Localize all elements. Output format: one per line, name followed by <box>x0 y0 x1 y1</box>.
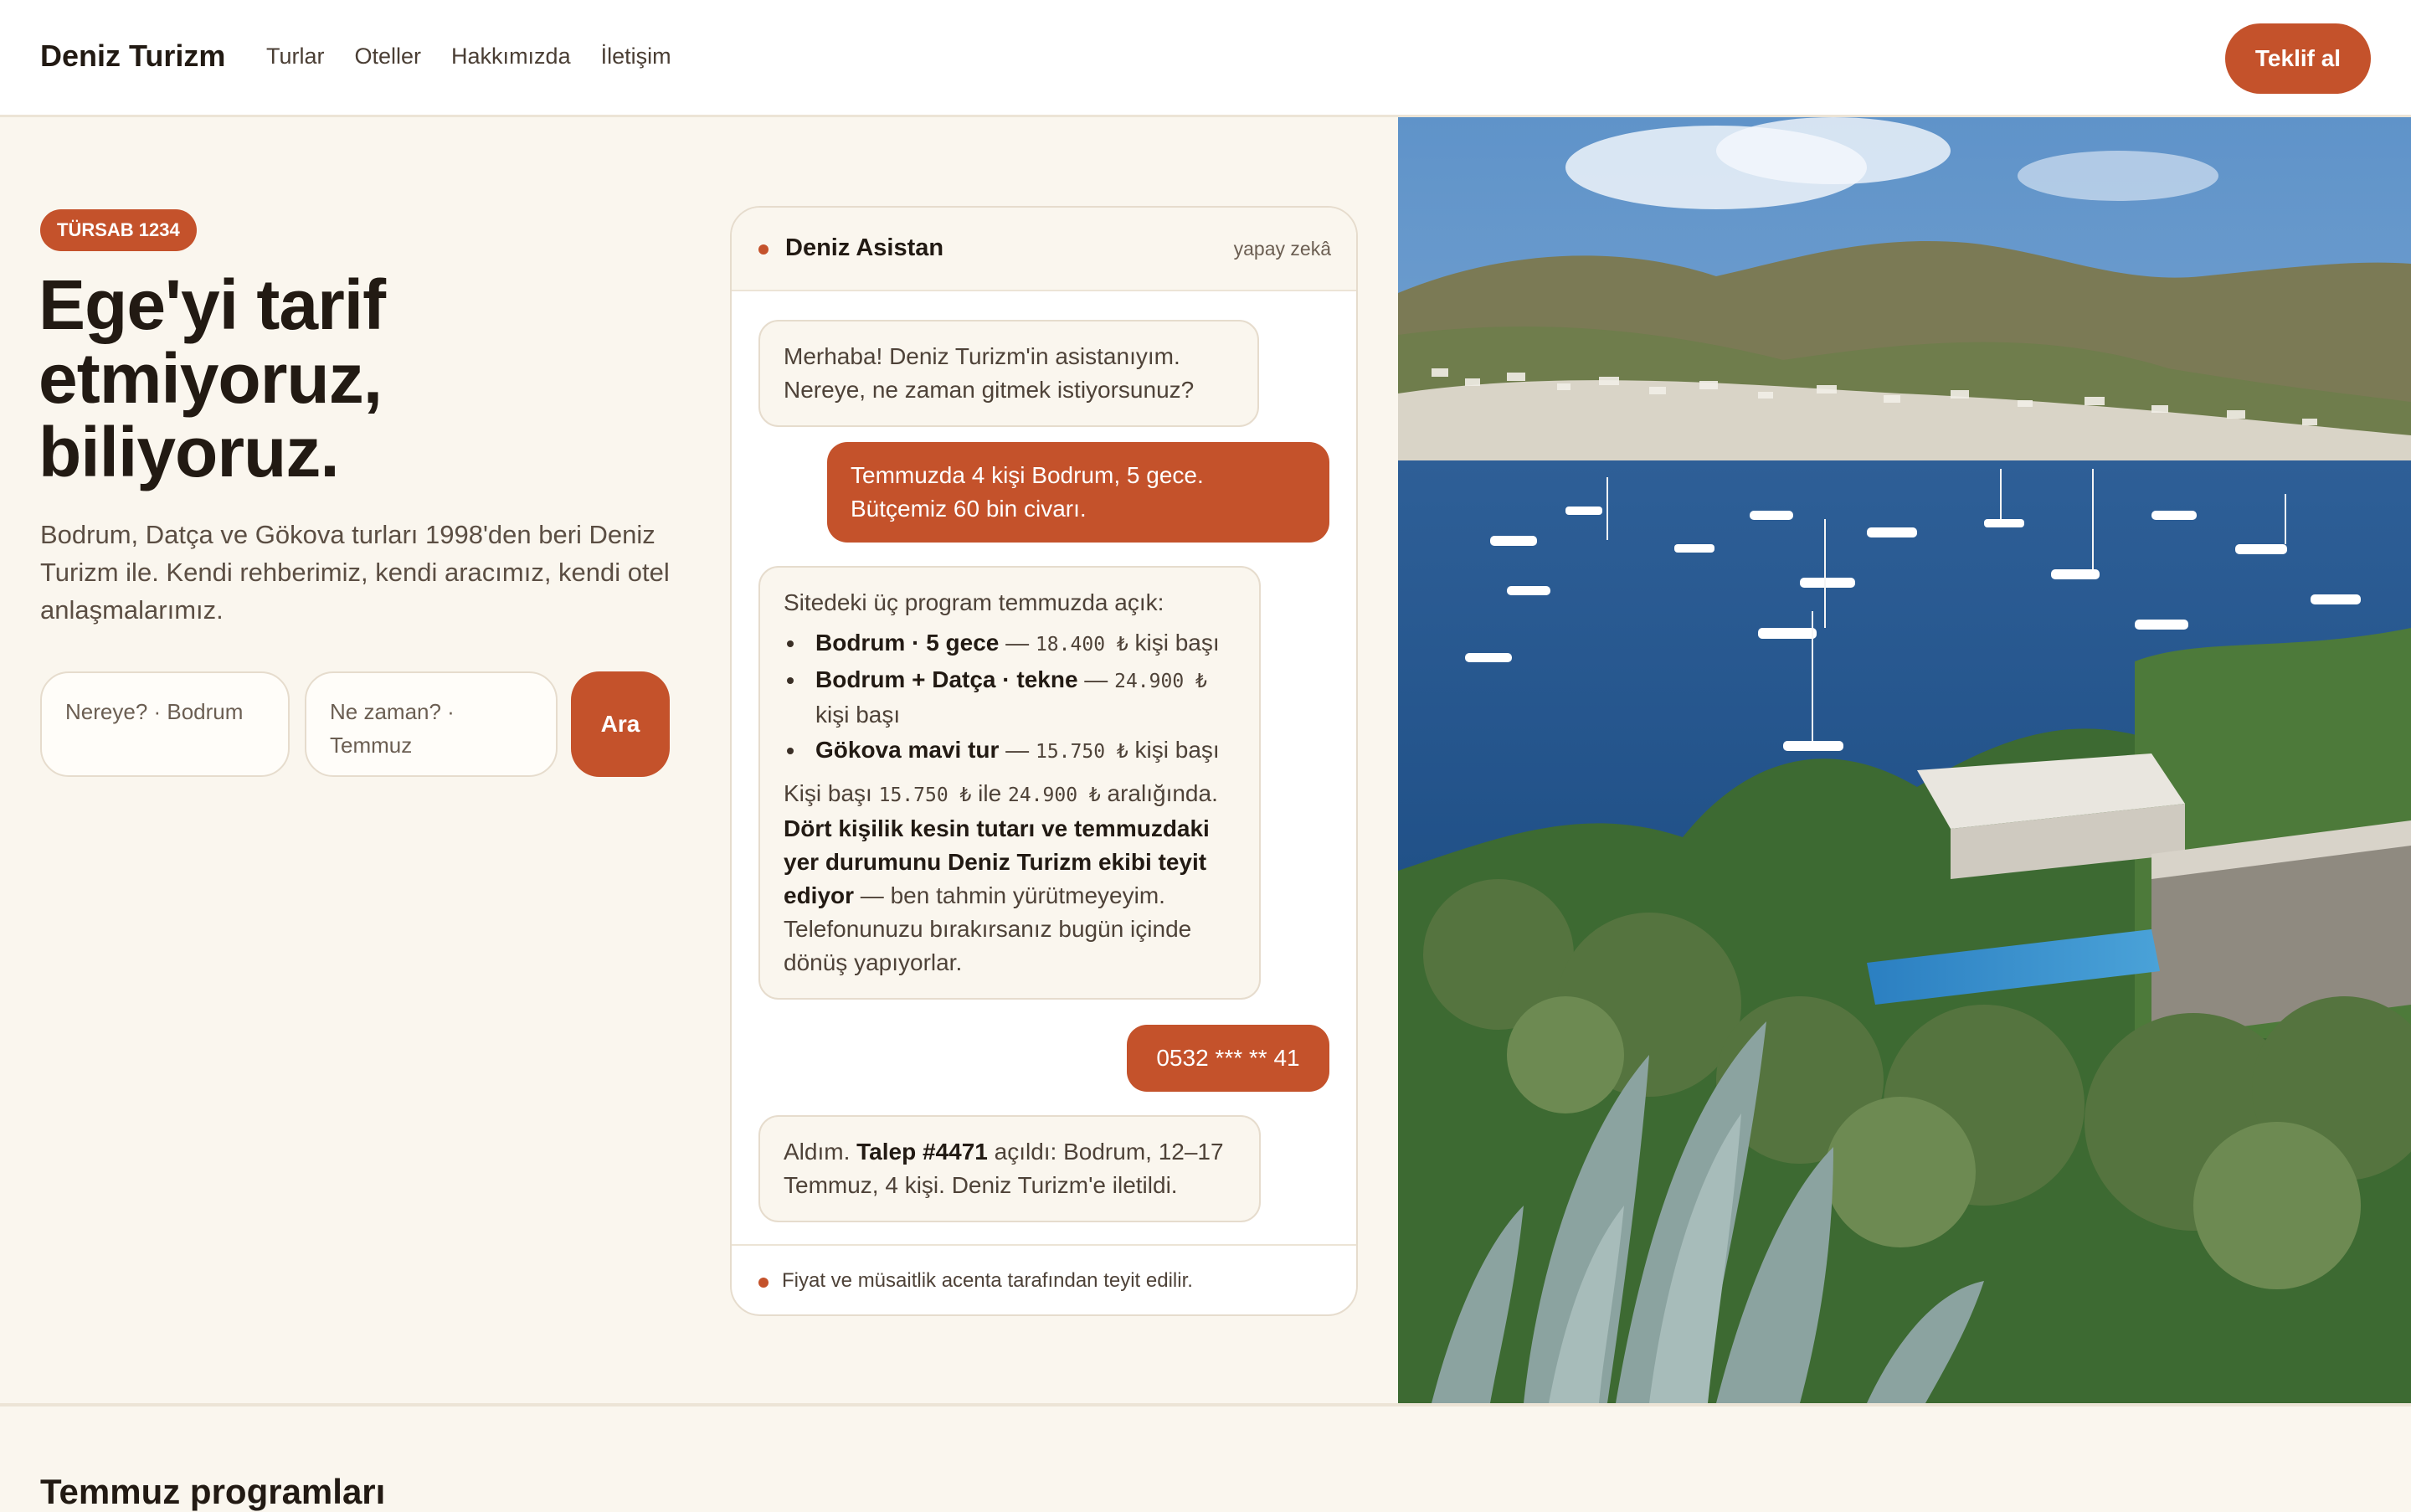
info-dot-icon <box>758 1278 769 1288</box>
bot3-pre: Aldım. <box>784 1139 857 1165</box>
chat-subtitle: yapay zekâ <box>1233 238 1331 260</box>
destination-field[interactable]: Nereye? · Bodrum <box>40 671 290 777</box>
bodrum-bay-image <box>1398 117 2411 1403</box>
range-prefix: Kişi başı <box>784 780 879 806</box>
list-item: Gökova mavi tur — 15.750 ₺ kişi başı <box>784 733 1236 769</box>
site-header: Deniz Turizm Turlar Oteller Hakkımızda İ… <box>0 0 2411 117</box>
headline-line-2: etmiyoruz, <box>39 339 383 418</box>
range-min: 15.750 ₺ <box>878 784 972 806</box>
range-suffix: aralığında. <box>1100 780 1218 806</box>
bot-message: Merhaba! Deniz Turizm'in asistanıyım. Ne… <box>758 320 1259 427</box>
confirm-note: Dört kişilik kesin tutarı ve temmuzdaki … <box>784 812 1236 980</box>
program-name: Bodrum + Datça · tekne <box>815 666 1078 692</box>
main-nav: Turlar Oteller Hakkımızda İletişim <box>266 44 671 69</box>
user-message: Temmuzda 4 kişi Bodrum, 5 gece. Bütçemiz… <box>827 442 1329 543</box>
headline-line-3: biliyoruz. <box>39 413 340 491</box>
ticket-number: Talep #4471 <box>856 1139 988 1165</box>
headline-line-1: Ege'yi tarif <box>39 265 386 344</box>
separator: — <box>999 737 1036 763</box>
price-range: Kişi başı 15.750 ₺ ile 24.900 ₺ aralığın… <box>784 777 1236 812</box>
chat-disclaimer: Fiyat ve müsaitlik acenta tarafından tey… <box>782 1269 1193 1292</box>
price-unit: kişi başı <box>1128 737 1220 763</box>
range-max: 24.900 ₺ <box>1007 784 1101 806</box>
bot-message: Sitedeki üç program temmuzda açık: Bodru… <box>758 566 1261 1000</box>
list-item: Bodrum + Datça · tekne — 24.900 ₺ kişi b… <box>784 663 1236 732</box>
chat-footer: Fiyat ve müsaitlik acenta tarafından tey… <box>732 1244 1356 1314</box>
hero-lead: Bodrum, Datça ve Gökova turları 1998'den… <box>40 520 670 625</box>
separator: — <box>1077 666 1115 692</box>
hero-photo <box>1398 117 2411 1403</box>
program-name: Bodrum · 5 gece <box>815 630 1000 656</box>
range-mid: ile <box>971 780 1008 806</box>
nav-item-tours[interactable]: Turlar <box>266 44 325 69</box>
date-field[interactable]: Ne zaman? · Temmuz <box>305 671 558 777</box>
price-unit: kişi başı <box>1128 630 1220 656</box>
hero-headline: Ege'yi tarif etmiyoruz, biliyoruz. <box>39 268 675 489</box>
chat-title: Deniz Asistan <box>785 234 944 261</box>
bot-message: Aldım. Talep #4471 açıldı: Bodrum, 12–17… <box>758 1115 1261 1222</box>
nav-item-about[interactable]: Hakkımızda <box>451 44 571 69</box>
status-dot-icon <box>758 244 769 255</box>
separator: — <box>999 630 1036 656</box>
get-quote-button[interactable]: Teklif al <box>2225 23 2371 94</box>
list-item: Bodrum · 5 gece — 18.400 ₺ kişi başı <box>784 626 1236 661</box>
nav-item-hotels[interactable]: Oteller <box>355 44 422 69</box>
section-title: Temmuz programları <box>40 1472 386 1511</box>
assistant-chat: Deniz Asistan yapay zekâ Merhaba! Deniz … <box>730 206 1358 1316</box>
program-intro: Sitedeki üç program temmuzda açık: <box>784 589 1164 615</box>
program-name: Gökova mavi tur <box>815 737 1000 763</box>
brand-logo[interactable]: Deniz Turizm <box>40 39 225 74</box>
user-message: 0532 *** ** 41 <box>1127 1025 1329 1092</box>
program-list: Bodrum · 5 gece — 18.400 ₺ kişi başı Bod… <box>784 626 1236 769</box>
section-divider <box>0 1403 2411 1407</box>
chat-header: Deniz Asistan yapay zekâ <box>732 208 1356 291</box>
price-unit: kişi başı <box>815 702 901 728</box>
nav-item-contact[interactable]: İletişim <box>601 44 671 69</box>
search-button[interactable]: Ara <box>571 671 670 777</box>
program-price: 24.900 ₺ <box>1114 671 1207 692</box>
tursab-badge: TÜRSAB 1234 <box>40 209 197 251</box>
program-price: 18.400 ₺ <box>1035 634 1128 656</box>
program-price: 15.750 ₺ <box>1035 741 1128 763</box>
